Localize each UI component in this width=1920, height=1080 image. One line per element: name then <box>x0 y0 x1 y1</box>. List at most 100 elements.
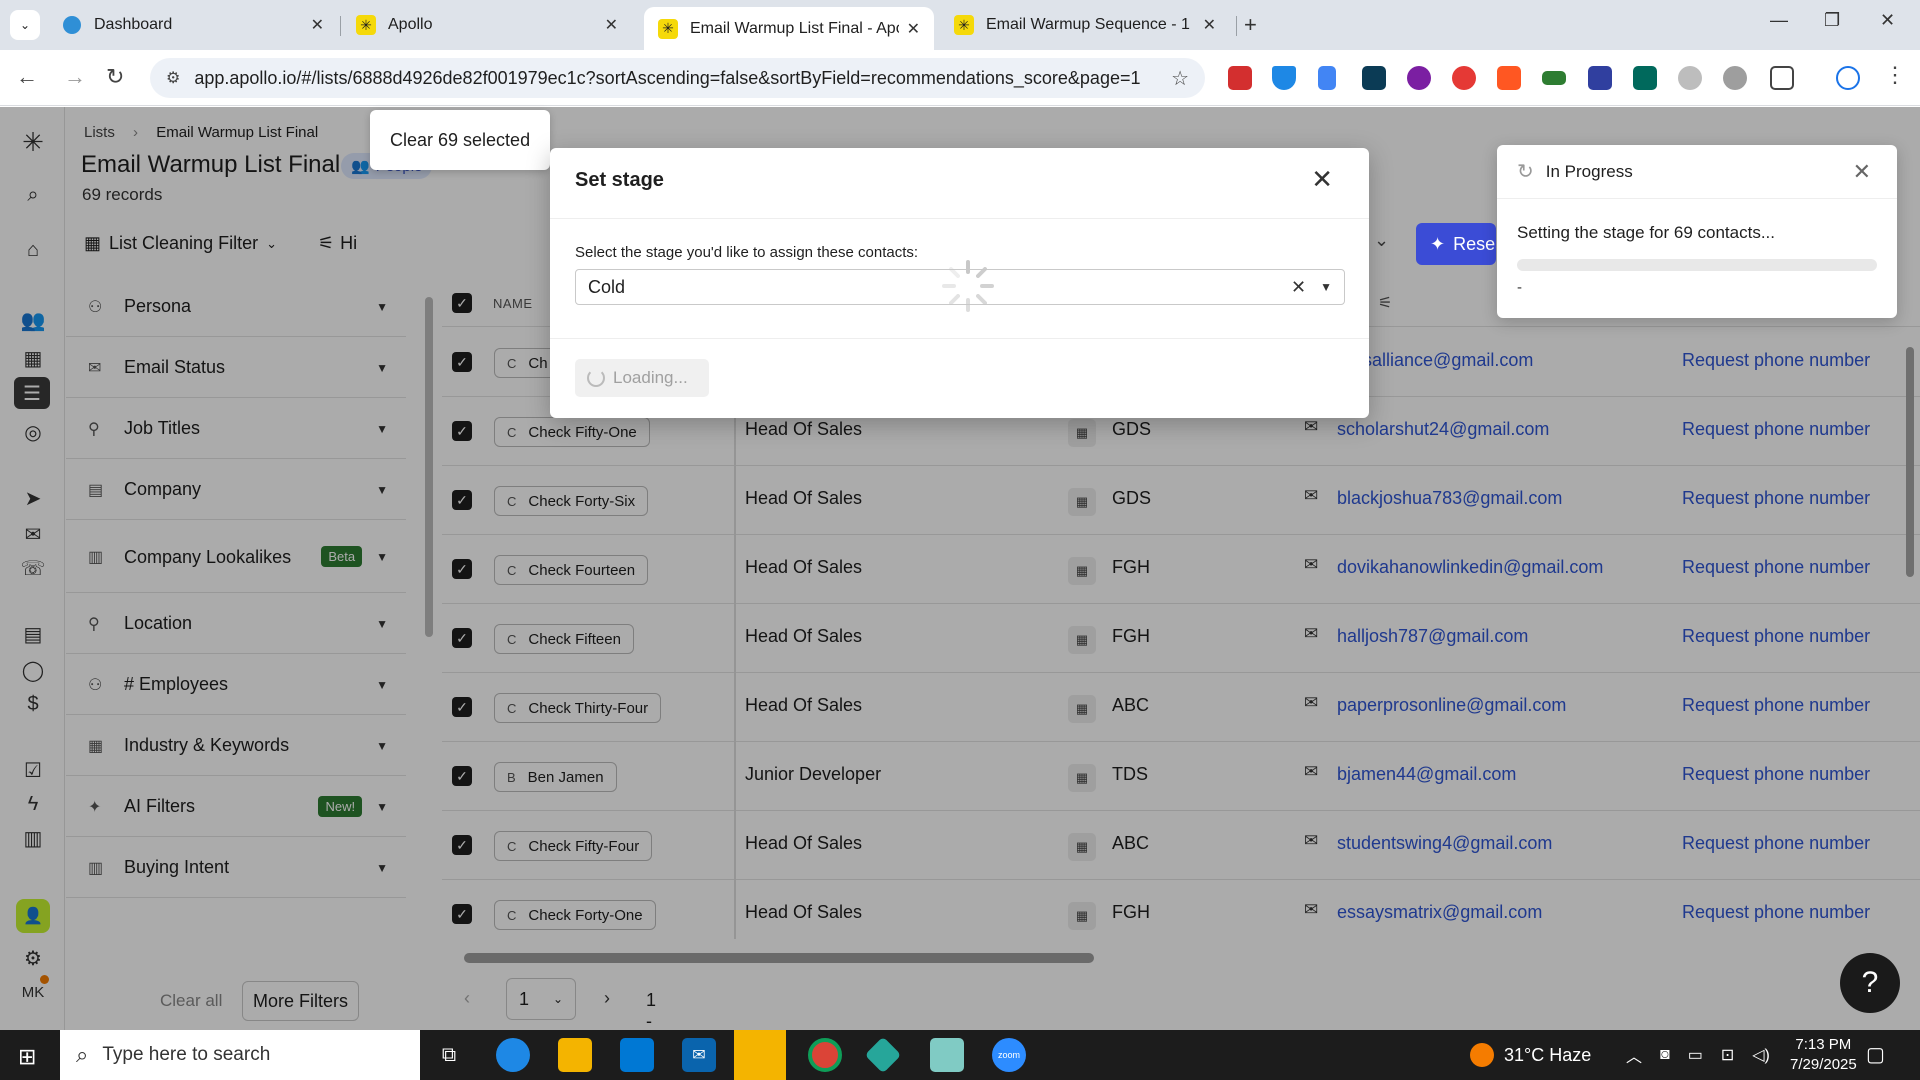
react-extension-icon[interactable] <box>1633 66 1657 90</box>
dashboard-favicon-icon <box>62 15 82 35</box>
profile-icon[interactable] <box>1836 66 1860 90</box>
tab-search-button[interactable]: ⌄ <box>10 10 40 40</box>
tab-divider <box>340 16 341 36</box>
tab-title: Apollo <box>388 16 433 33</box>
progress-toast: ↻ In Progress ✕ Setting the stage for 69… <box>1497 145 1897 318</box>
close-icon[interactable]: ✕ <box>1311 164 1333 195</box>
weather-text: 31°C Haze <box>1504 1044 1592 1065</box>
clear-selection-icon[interactable]: ✕ <box>1291 277 1306 298</box>
mail-icon[interactable]: ✉ <box>682 1038 716 1072</box>
search-placeholder: Type here to search <box>102 1044 271 1065</box>
divider <box>550 218 1369 219</box>
close-tab-icon[interactable]: ✕ <box>605 15 618 35</box>
progress-bar <box>1517 259 1877 271</box>
network-icon[interactable]: ⊡ <box>1721 1045 1734 1065</box>
toast-title: In Progress <box>1545 161 1633 181</box>
address-bar[interactable]: ⚙ app.apollo.io/#/lists/6888d4926de82f00… <box>150 58 1205 98</box>
help-button[interactable]: ? <box>1840 953 1900 1013</box>
extensions-puzzle-icon[interactable] <box>1770 66 1794 90</box>
docs-extension-icon[interactable] <box>1318 66 1336 90</box>
folder-extension-icon[interactable] <box>1362 66 1386 90</box>
windows-taskbar: ⊞ ⌕ Type here to search ⧉ ✉ zoom 31°C Ha… <box>0 1030 1920 1080</box>
tab-email-warmup-list[interactable]: ✳ Email Warmup List Final - Apollo ✕ <box>644 7 934 50</box>
shield-extension-icon[interactable] <box>1272 66 1296 90</box>
sparkle-icon: ✦ <box>1430 233 1446 254</box>
apollo-favicon-icon: ✳ <box>356 15 376 35</box>
notification-extension-icon[interactable] <box>1588 66 1612 90</box>
modal-title: Set stage <box>575 169 664 191</box>
pokeball-extension-icon[interactable] <box>1452 66 1476 90</box>
toast-header: ↻ In Progress <box>1497 145 1897 199</box>
file-explorer-icon[interactable] <box>558 1038 592 1072</box>
close-tab-icon[interactable]: ✕ <box>907 19 920 39</box>
apollo-favicon-icon: ✳ <box>658 18 678 39</box>
site-info-icon[interactable]: ⚙ <box>166 68 180 88</box>
clock-time: 7:13 PM <box>1795 1036 1852 1053</box>
globe-extension-icon[interactable] <box>1723 66 1747 90</box>
tab-email-warmup-sequence[interactable]: ✳ Email Warmup Sequence - 1 - Apollo ✕ <box>940 7 1230 43</box>
bw-extension-icon[interactable] <box>1542 71 1566 85</box>
compass-extension-icon[interactable] <box>1678 66 1702 90</box>
toast-message: Setting the stage for 69 contacts... <box>1517 223 1775 242</box>
refresh-icon: ↻ <box>1517 161 1534 183</box>
loading-spinner-icon <box>587 369 605 387</box>
sticky-notes-icon[interactable] <box>734 1030 786 1080</box>
tab-apollo[interactable]: ✳ Apollo ✕ <box>342 7 632 43</box>
dropdown-caret-icon[interactable]: ▼ <box>1320 280 1332 294</box>
toast-detail: - <box>1517 279 1522 296</box>
search-icon: ⌕ <box>76 1042 89 1067</box>
store-icon[interactable] <box>620 1038 654 1072</box>
chevron-down-icon: ⌄ <box>1374 230 1390 250</box>
task-view-icon[interactable]: ⧉ <box>432 1038 466 1072</box>
bookmark-star-icon[interactable]: ☆ <box>1171 66 1189 91</box>
system-tray: ︿ ◙ ▭ ⊡ ◁) <box>1626 1030 1770 1080</box>
notes-app-icon[interactable] <box>930 1038 964 1072</box>
close-icon[interactable]: ✕ <box>1853 159 1871 185</box>
volume-icon[interactable]: ◁) <box>1752 1045 1770 1065</box>
tab-title: Email Warmup Sequence - 1 - Apollo <box>986 16 1195 33</box>
browser-tab-bar: ⌄ Dashboard ✕ ✳ Apollo ✕ ✳ Email Warmup … <box>0 0 1920 50</box>
research-label: Resea <box>1453 233 1496 254</box>
loading-spinner-icon <box>942 260 994 312</box>
browser-toolbar: ← → ↻ ⚙ app.apollo.io/#/lists/6888d4926d… <box>0 50 1920 106</box>
research-button[interactable]: ✦ Resea <box>1416 223 1496 265</box>
weather-icon <box>1470 1043 1494 1067</box>
restore-icon[interactable]: ❐ <box>1824 10 1840 31</box>
app-icon[interactable] <box>864 1036 902 1074</box>
camera-extension-icon[interactable] <box>1407 66 1431 90</box>
back-icon[interactable]: ← <box>16 64 38 90</box>
percent-extension-icon[interactable] <box>1497 66 1521 90</box>
zoom-icon[interactable]: zoom <box>992 1038 1026 1072</box>
camera-icon[interactable]: ◙ <box>1660 1046 1670 1064</box>
clock[interactable]: 7:13 PM 7/29/2025 <box>1790 1035 1857 1075</box>
pdf-extension-icon[interactable] <box>1228 66 1252 90</box>
tab-divider <box>1236 16 1237 36</box>
tab-title: Email Warmup List Final - Apollo <box>690 19 899 37</box>
loading-button[interactable]: Loading... <box>575 359 709 397</box>
notification-center-icon[interactable]: ▢ <box>1866 1042 1885 1067</box>
clear-selection-button[interactable]: Clear 69 selected <box>370 110 551 170</box>
browser-menu-icon[interactable]: ⋮ <box>1884 62 1906 88</box>
windows-start-icon[interactable]: ⊞ <box>18 1044 36 1070</box>
tab-title: Dashboard <box>94 16 173 33</box>
weather-widget[interactable]: 31°C Haze <box>1470 1030 1591 1080</box>
taskbar-search[interactable]: ⌕ Type here to search <box>60 1030 420 1080</box>
new-tab-icon[interactable]: + <box>1244 12 1257 38</box>
window-close-icon[interactable]: ✕ <box>1880 10 1895 31</box>
stage-prompt: Select the stage you'd like to assign th… <box>575 244 919 261</box>
battery-icon[interactable]: ▭ <box>1688 1045 1703 1065</box>
tab-dashboard[interactable]: Dashboard ✕ <box>48 7 338 43</box>
url-text[interactable]: app.apollo.io/#/lists/6888d4926de82f0019… <box>194 68 1171 89</box>
apollo-favicon-icon: ✳ <box>954 15 974 35</box>
clock-date: 7/29/2025 <box>1790 1056 1857 1073</box>
reload-icon[interactable]: ↻ <box>106 64 124 90</box>
divider <box>550 338 1369 339</box>
close-tab-icon[interactable]: ✕ <box>1203 15 1216 35</box>
chrome-icon[interactable] <box>808 1038 842 1072</box>
forward-icon[interactable]: → <box>64 64 86 90</box>
chevron-up-icon[interactable]: ︿ <box>1626 1043 1642 1067</box>
edge-icon[interactable] <box>496 1038 530 1072</box>
minimize-icon[interactable]: — <box>1770 10 1788 31</box>
loading-label: Loading... <box>613 368 688 387</box>
close-tab-icon[interactable]: ✕ <box>311 15 324 35</box>
